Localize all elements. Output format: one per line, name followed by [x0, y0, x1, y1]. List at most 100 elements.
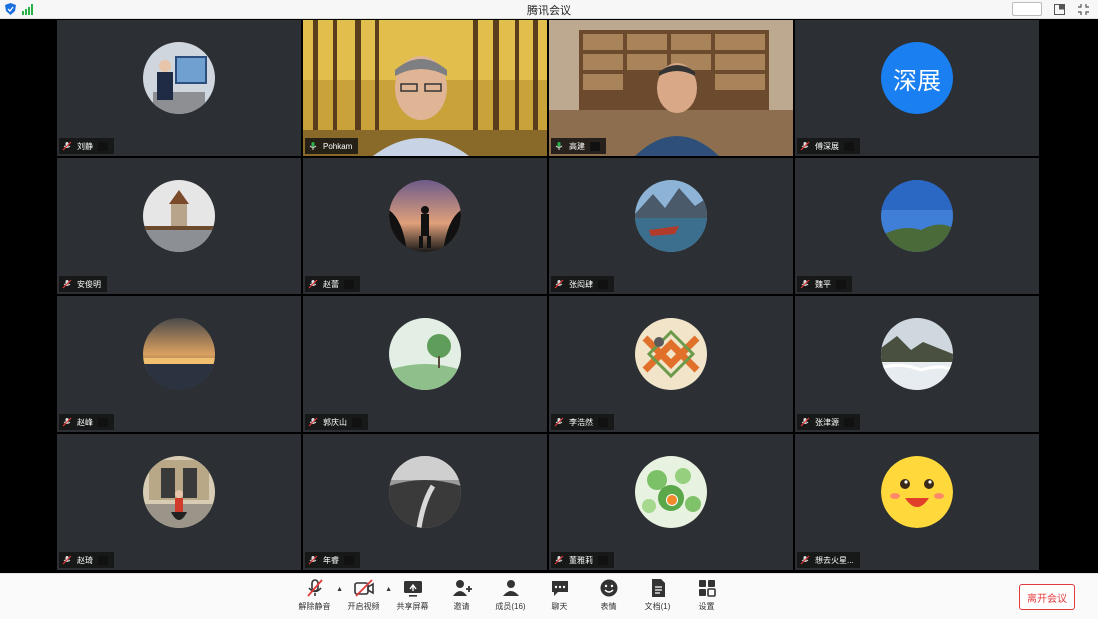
participant-tile[interactable]: 郭庆山 — [303, 296, 547, 432]
avatar-text: 深展 — [893, 67, 941, 95]
avatar — [143, 42, 215, 114]
name-tag: 董雅莉 — [551, 552, 614, 568]
avatar — [881, 318, 953, 390]
members-button[interactable]: 成员(16) — [486, 577, 535, 617]
participant-name: 张津源 — [815, 417, 839, 427]
mic-muted-icon — [62, 555, 72, 565]
participant-tile[interactable]: 年睿 — [303, 434, 547, 570]
name-tag: 安俊明 — [59, 276, 107, 292]
invite-label: 邀请 — [453, 602, 470, 611]
share-screen-label: 共享屏幕 — [396, 602, 429, 611]
participant-name: Pohkam — [323, 141, 353, 151]
participant-tile[interactable]: Pohkam — [303, 20, 547, 156]
mic-muted-icon — [308, 279, 318, 289]
participant-tile[interactable]: 李浩然 — [549, 296, 793, 432]
name-redaction — [344, 555, 354, 565]
avatar — [143, 456, 215, 528]
participant-tile[interactable]: 刘静 — [57, 20, 301, 156]
participant-name: 傅深展 — [815, 141, 839, 151]
avatar: 深展 — [881, 42, 953, 114]
name-tag: Pohkam — [305, 138, 359, 154]
name-tag: 赵蕾 — [305, 276, 360, 292]
emoji-icon — [598, 577, 620, 599]
leave-meeting-button[interactable]: 离开会议 — [1019, 584, 1075, 610]
exit-fullscreen-icon[interactable] — [1076, 2, 1090, 16]
participant-tile[interactable]: 赵蕾 — [303, 158, 547, 294]
name-tag: 李浩然 — [551, 414, 614, 430]
avatar — [881, 456, 953, 528]
invite-button[interactable]: 邀请 — [437, 577, 486, 617]
participant-tile[interactable]: 赵峰 — [57, 296, 301, 432]
settings-label: 设置 — [698, 602, 715, 611]
avatar — [143, 318, 215, 390]
window-mode-icon[interactable] — [1052, 2, 1066, 16]
name-tag: 高建 — [551, 138, 606, 154]
name-redaction — [598, 279, 608, 289]
mic-muted-icon — [800, 555, 810, 565]
participant-tile[interactable]: 高建 — [549, 20, 793, 156]
participant-tile[interactable]: 董雅莉 — [549, 434, 793, 570]
participant-tile[interactable]: 赵琦 — [57, 434, 301, 570]
participant-name: 赵峰 — [77, 417, 93, 427]
name-redaction — [344, 279, 354, 289]
unmute-button[interactable]: 解除静音 ▲ — [290, 577, 343, 617]
document-icon — [647, 577, 669, 599]
meeting-toolbar: 解除静音 ▲ 开启视频 ▲ 共享屏幕 邀请 成员(16) 聊天 表情 文档(1)… — [0, 573, 1098, 619]
mic-muted-icon — [62, 141, 72, 151]
avatar — [635, 456, 707, 528]
layout-toggle[interactable] — [1012, 2, 1042, 16]
mic-muted-icon — [304, 577, 326, 599]
mic-muted-icon — [800, 279, 810, 289]
chat-label: 聊天 — [551, 602, 568, 611]
mic-muted-icon — [62, 279, 72, 289]
name-tag: 想去火星... — [797, 552, 860, 568]
chat-button[interactable]: 聊天 — [535, 577, 584, 617]
name-redaction — [590, 141, 600, 151]
start-video-button[interactable]: 开启视频 ▲ — [339, 577, 392, 617]
start-video-label: 开启视频 — [347, 602, 380, 611]
add-user-icon — [451, 577, 473, 599]
documents-button[interactable]: 文档(1) — [633, 577, 682, 617]
emoji-label: 表情 — [600, 602, 617, 611]
settings-button[interactable]: 设置 — [682, 577, 731, 617]
name-tag: 张津源 — [797, 414, 860, 430]
participant-tile[interactable]: 深展 傅深展 — [795, 20, 1039, 156]
participant-name: 想去火星... — [815, 555, 854, 565]
share-screen-button[interactable]: 共享屏幕 — [388, 577, 437, 617]
chat-icon — [549, 577, 571, 599]
emoji-button[interactable]: 表情 — [584, 577, 633, 617]
participant-tile[interactable]: 张津源 — [795, 296, 1039, 432]
name-redaction — [844, 417, 854, 427]
participant-tile[interactable]: 张闳肆 — [549, 158, 793, 294]
video-feed — [303, 20, 547, 156]
mic-muted-icon — [308, 417, 318, 427]
mic-on-icon — [554, 141, 564, 151]
avatar — [143, 180, 215, 252]
participant-name: 张闳肆 — [569, 279, 593, 289]
name-redaction — [98, 141, 108, 151]
participant-tile[interactable]: 魏平 — [795, 158, 1039, 294]
video-off-icon — [353, 577, 375, 599]
name-redaction — [352, 417, 362, 427]
name-tag: 张闳肆 — [551, 276, 614, 292]
participant-name: 董雅莉 — [569, 555, 593, 565]
window-title: 腾讯会议 — [527, 5, 571, 17]
name-tag: 赵琦 — [59, 552, 114, 568]
participant-name: 刘静 — [77, 141, 93, 151]
participant-tile[interactable]: 安俊明 — [57, 158, 301, 294]
avatar — [881, 180, 953, 252]
participant-name: 年睿 — [323, 555, 339, 565]
name-redaction — [844, 141, 854, 151]
name-tag: 年睿 — [305, 552, 360, 568]
grid-settings-icon — [696, 577, 718, 599]
unmute-label: 解除静音 — [298, 602, 331, 611]
participant-name: 高建 — [569, 141, 585, 151]
mic-muted-icon — [554, 279, 564, 289]
name-tag: 魏平 — [797, 276, 852, 292]
video-feed — [549, 20, 793, 156]
mic-muted-icon — [800, 141, 810, 151]
mic-on-icon — [308, 141, 318, 151]
mic-muted-icon — [554, 417, 564, 427]
name-tag: 傅深展 — [797, 138, 860, 154]
participant-tile[interactable]: 想去火星... — [795, 434, 1039, 570]
